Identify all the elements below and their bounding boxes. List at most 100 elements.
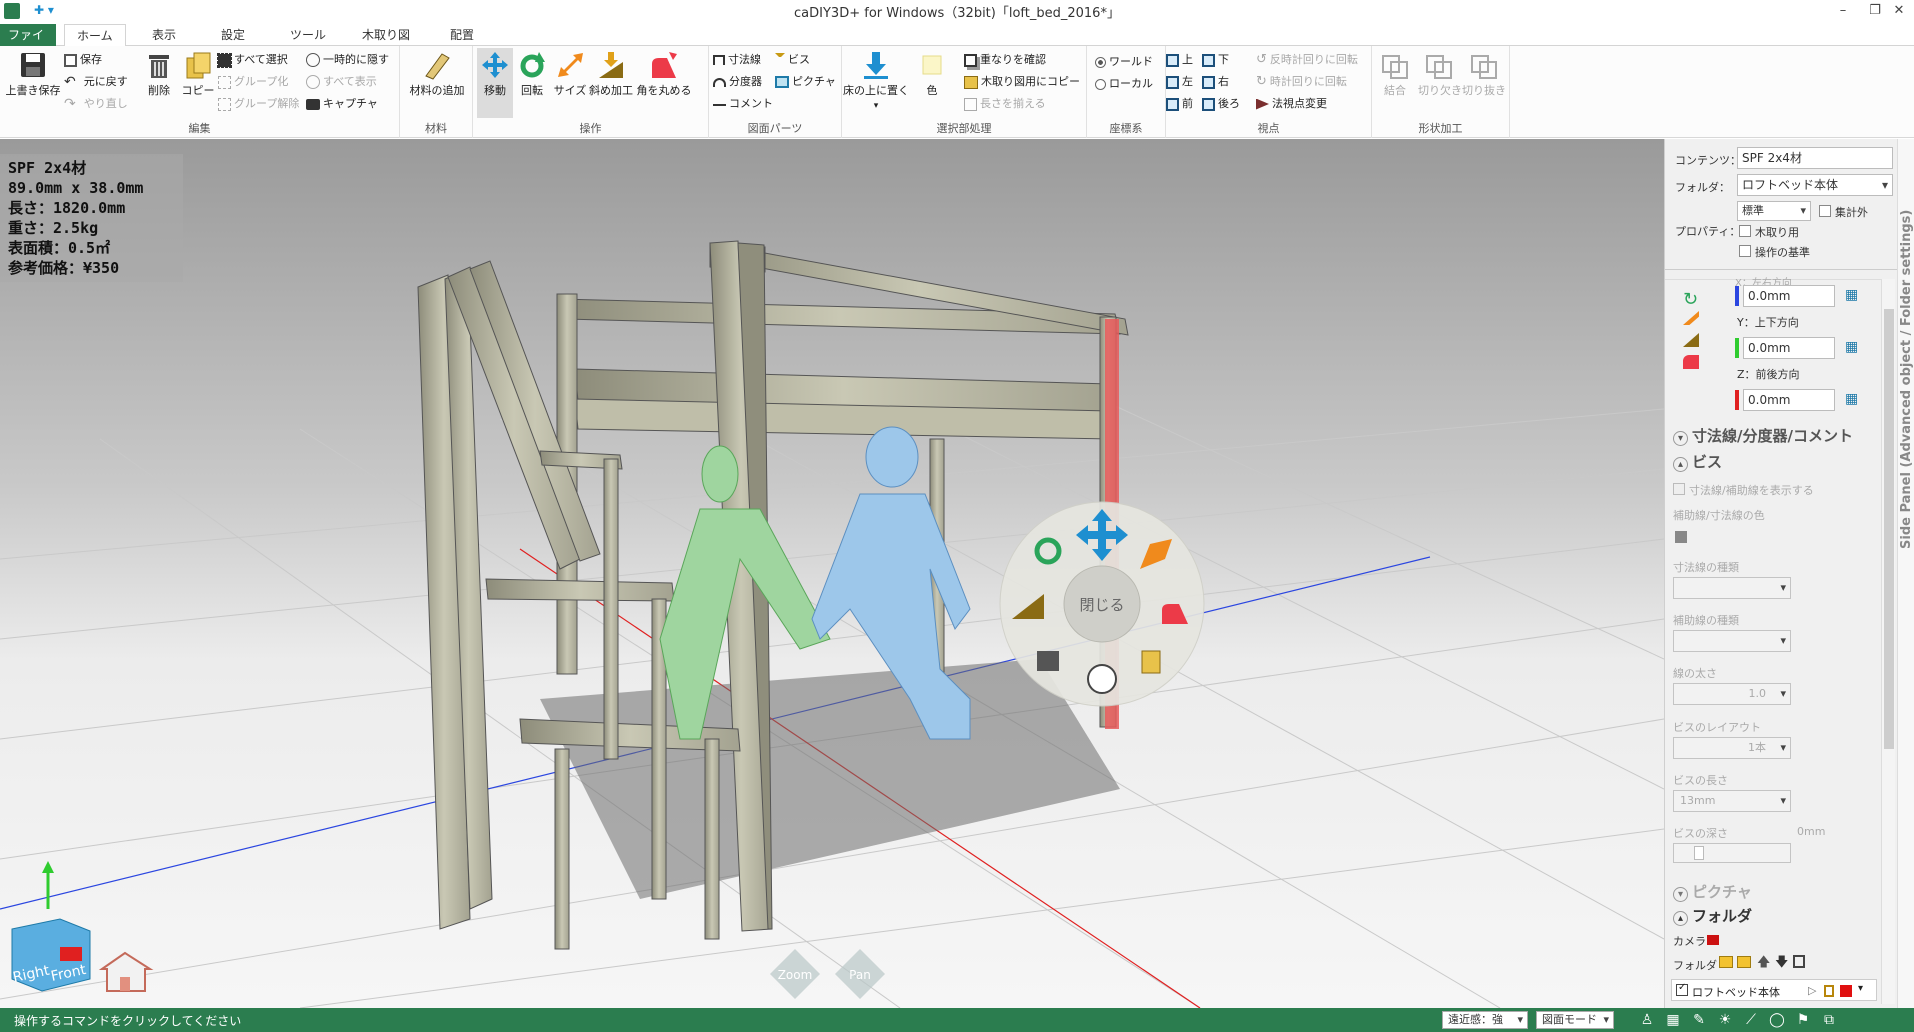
overwrite-save-button[interactable]: 上書き保存 [4, 50, 62, 98]
picture-button[interactable]: ピクチャ [775, 72, 836, 92]
radial-menu[interactable]: 閉じる [999, 501, 1205, 707]
radial-hide-icon[interactable] [1087, 664, 1117, 694]
for-cut-checkbox[interactable] [1739, 225, 1751, 237]
coord-round-icon[interactable] [1683, 355, 1699, 369]
dimension-button[interactable]: 寸法線 [713, 50, 761, 70]
add-folder-icon[interactable] [1719, 956, 1733, 968]
zoom-control[interactable]: Zoom [770, 949, 820, 999]
copy-button[interactable]: コピー [180, 50, 216, 98]
dim-type-dropdown[interactable] [1673, 577, 1791, 599]
side-scrollbar-thumb[interactable] [1884, 309, 1894, 749]
view-bottom-button[interactable]: 下 [1202, 50, 1229, 70]
light-icon[interactable]: ☀ [1714, 1010, 1736, 1030]
play-icon[interactable]: ▷ [1808, 984, 1816, 997]
view-left-button[interactable]: 左 [1166, 72, 1193, 92]
round-corner-button[interactable]: 角を丸める [635, 50, 693, 98]
view-right-button[interactable]: 右 [1202, 72, 1229, 92]
folder-color-swatch[interactable] [1840, 985, 1852, 997]
ungroup-button[interactable]: グループ解除 [218, 94, 299, 114]
content-field[interactable]: SPF 2x4材 [1737, 147, 1893, 169]
view-front-button[interactable]: 前 [1166, 94, 1193, 114]
move-up-icon[interactable]: 🡅 [1757, 953, 1770, 975]
copy-for-cut-button[interactable]: 木取り図用にコピー [964, 72, 1080, 92]
aggregate-off-checkbox[interactable] [1819, 205, 1831, 217]
tab-home[interactable]: ホーム [64, 24, 126, 47]
tab-cut-diagram[interactable]: 木取り図 [350, 24, 422, 46]
size-button[interactable]: サイズ [553, 50, 587, 98]
tab-settings[interactable]: 設定 [209, 24, 257, 46]
hide-temp-button[interactable]: 一時的に隠す [306, 50, 389, 70]
lock-icon[interactable] [1824, 985, 1834, 997]
property-dropdown[interactable]: 標準 [1737, 201, 1811, 221]
coord-size-icon[interactable] [1683, 311, 1699, 325]
cutout-button[interactable]: 切り抜き [1462, 50, 1506, 98]
aux-type-dropdown[interactable] [1673, 630, 1791, 652]
line-width-dropdown[interactable]: 1.0 [1673, 683, 1791, 705]
section-folder-header[interactable]: ▴ フォルダ [1673, 905, 1752, 926]
add-material-button[interactable]: 材料の追加 [408, 50, 466, 98]
close-button[interactable]: ✕ [1884, 0, 1914, 24]
grid-icon[interactable]: ▦ [1662, 1010, 1684, 1030]
3d-scene[interactable]: 閉じる Right Front Zoom Pan [0, 139, 1664, 1008]
capture-button[interactable]: キャプチャ [306, 94, 378, 114]
rotate-cw-button[interactable]: ↻ 時計回りに回転 [1256, 72, 1347, 92]
show-all-button[interactable]: すべて表示 [306, 72, 377, 92]
color-button[interactable]: 色 [914, 50, 950, 98]
move-button[interactable]: 移動 [477, 48, 513, 118]
radial-trash-icon[interactable] [1037, 651, 1059, 671]
folder-visible-checkbox[interactable]: ✓ [1676, 982, 1688, 996]
tab-tools[interactable]: ツール [278, 24, 338, 46]
side-scrollbar[interactable] [1881, 279, 1895, 1004]
slider-thumb[interactable] [1694, 846, 1704, 860]
op-base-checkbox[interactable] [1739, 245, 1751, 257]
radial-copy-icon[interactable] [1141, 650, 1161, 674]
calculator-icon[interactable]: ▦ [1845, 339, 1858, 355]
group-button[interactable]: グループ化 [218, 72, 288, 92]
share-icon[interactable]: ⧉ [1818, 1010, 1840, 1030]
show-dim-checkbox[interactable] [1673, 483, 1685, 495]
undo-button[interactable]: ↶ 元に戻す [64, 72, 128, 92]
screw-button[interactable]: ビス [775, 50, 810, 70]
figure-icon[interactable]: ♙ [1636, 1010, 1658, 1030]
section-screw-header[interactable]: ▴ ビス [1673, 451, 1722, 472]
calculator-icon[interactable]: ▦ [1845, 287, 1858, 303]
redo-button[interactable]: ↷ やり直し [64, 94, 128, 114]
pencil-icon[interactable]: ✎ [1688, 1010, 1710, 1030]
tab-file[interactable]: ファイル [0, 24, 56, 64]
section-picture-header[interactable]: ▾ ピクチャ [1673, 881, 1752, 902]
tab-view[interactable]: 表示 [140, 24, 188, 46]
coord-rotate-icon[interactable]: ↻ [1683, 289, 1698, 310]
folder-icon[interactable] [1737, 956, 1751, 968]
align-length-button[interactable]: 長さを揃える [964, 94, 1046, 114]
local-radio[interactable]: ローカル [1095, 74, 1153, 94]
rotate-ccw-button[interactable]: ↺ 反時計回りに回転 [1256, 50, 1358, 70]
mode-dropdown[interactable]: 図面モード [1536, 1011, 1614, 1029]
world-radio[interactable]: ワールド [1095, 52, 1153, 72]
place-on-floor-button[interactable]: 床の上に置く ▾ [842, 50, 910, 111]
protractor-button[interactable]: 分度器 [713, 72, 762, 92]
side-panel-tab[interactable]: Side Panel (Advanced object / Folder set… [1897, 139, 1914, 1008]
camera-record-icon[interactable] [1707, 935, 1719, 945]
section-dimension-header[interactable]: ▾ 寸法線/分度器/コメント [1673, 425, 1853, 446]
home-view-button[interactable] [98, 951, 154, 992]
chevron-down-icon[interactable]: ▾ [1858, 983, 1863, 994]
normal-view-button[interactable]: 法視点変更 [1256, 94, 1327, 114]
perspective-dropdown[interactable]: 遠近感：強 [1442, 1011, 1528, 1029]
nav-cube[interactable]: Right Front [11, 861, 91, 992]
folder-dropdown[interactable]: ロフトベッド本体 [1737, 174, 1893, 196]
delete-button[interactable]: 削除 [140, 50, 178, 98]
screw-length-dropdown[interactable]: 13mm [1673, 790, 1791, 812]
calculator-icon[interactable]: ▦ [1845, 391, 1858, 407]
check-overlap-button[interactable]: 重なりを確認 [964, 50, 1046, 70]
move-down-icon[interactable]: 🡇 [1775, 953, 1788, 975]
save-button[interactable]: 保存 [64, 50, 102, 70]
notch-button[interactable]: 切り欠き [1418, 50, 1462, 98]
view-back-button[interactable]: 後ろ [1202, 94, 1240, 114]
comment-button[interactable]: コメント [713, 94, 773, 114]
tab-layout[interactable]: 配置 [438, 24, 486, 46]
aux-color-swatch[interactable] [1675, 531, 1687, 543]
duplicate-icon[interactable] [1793, 955, 1805, 968]
3d-viewport[interactable]: 閉じる Right Front Zoom Pan SPF 2x4材 89.0mm… [0, 139, 1664, 1008]
coord-bevel-icon[interactable] [1683, 333, 1699, 347]
rotate-button[interactable]: 回転 [515, 50, 549, 98]
